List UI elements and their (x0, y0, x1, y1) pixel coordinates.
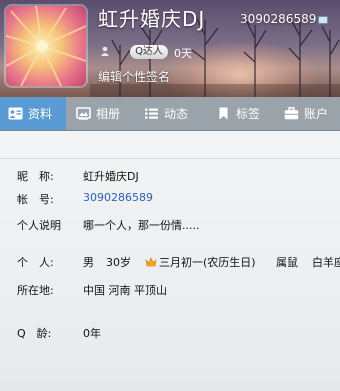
tab-album-label: 相册 (96, 107, 121, 121)
tab-account[interactable]: 账户 (284, 97, 328, 130)
avatar-flower-image (6, 6, 86, 86)
person-icon (101, 46, 109, 56)
briefcase-icon (284, 107, 299, 120)
personal-label: 个 人: (17, 256, 54, 269)
tab-feed[interactable]: 动态 (144, 97, 188, 130)
crown-icon (145, 257, 157, 267)
birthday-value: 三月初一(农历生日) (159, 256, 256, 269)
nickname-label: 昵 称: (17, 170, 54, 183)
header-qq-number: 3090286589 (240, 12, 317, 26)
tab-bar: 资料 相册 动态 标签 账户 (0, 97, 340, 131)
tab-feed-label: 动态 (164, 107, 189, 121)
profile-card-icon (8, 107, 23, 120)
gender-value: 男 (83, 256, 94, 269)
tab-tags[interactable]: 标签 (216, 97, 260, 130)
tab-profile[interactable]: 资料 (0, 97, 66, 130)
qage-value: 0年 (83, 327, 101, 340)
bio-label: 个人说明 (17, 219, 61, 232)
birthday-field: 三月初一(农历生日) (145, 254, 256, 270)
account-label: 帐 号: (17, 193, 54, 206)
bio-value: 哪一个人，那一份情..... (83, 219, 200, 232)
section-divider (0, 158, 340, 159)
photo-album-icon (76, 107, 91, 120)
zodiac-value: 属鼠 (276, 256, 298, 269)
location-label: 所在地: (17, 284, 54, 297)
avatar[interactable] (6, 6, 86, 86)
profile-header: 虹升婚庆DJ 3090286589 Q达人 0天 编辑个性签名 (0, 0, 340, 97)
location-value: 中国 河南 平顶山 (83, 284, 167, 297)
header-nickname: 虹升婚庆DJ (98, 7, 206, 31)
tab-account-label: 账户 (304, 107, 329, 121)
qq-card-icon[interactable] (318, 16, 328, 24)
edit-signature-link[interactable]: 编辑个性签名 (98, 68, 170, 85)
profile-info-panel: 昵 称: 虹升婚庆DJ 帐 号: 3090286589 个人说明 哪一个人，那一… (0, 131, 340, 391)
qage-label: Q 龄: (17, 327, 52, 340)
bookmark-icon (219, 107, 228, 120)
account-value[interactable]: 3090286589 (83, 191, 153, 204)
tab-album[interactable]: 相册 (76, 97, 120, 130)
tab-tags-label: 标签 (236, 107, 261, 121)
nickname-value: 虹升婚庆DJ (83, 170, 139, 183)
feed-list-icon (145, 108, 158, 119)
active-days: 0天 (174, 47, 192, 60)
constellation-value: 白羊座 (312, 256, 340, 269)
tab-profile-label: 资料 (28, 107, 53, 121)
q-level-badge[interactable]: Q达人 (130, 45, 168, 59)
age-value: 30岁 (106, 256, 131, 269)
